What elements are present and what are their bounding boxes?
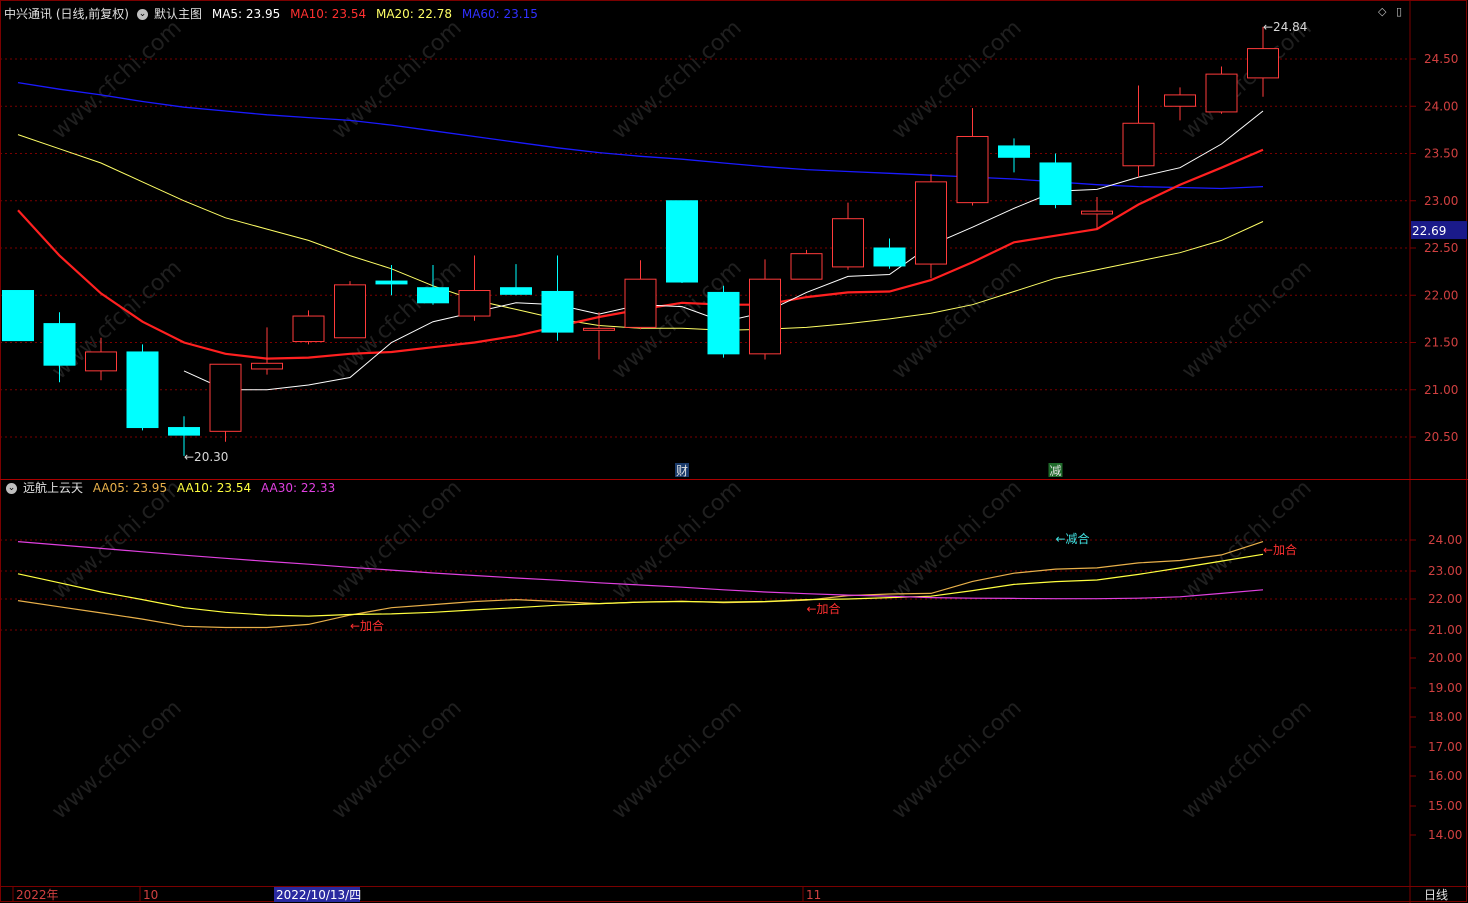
candle-body (168, 427, 200, 436)
price-tick-label: 21.50 (1424, 336, 1458, 350)
candle-body (417, 287, 449, 304)
low-price-label: ←20.30 (184, 450, 228, 464)
candle-body (749, 278, 781, 355)
add-signal-label: ←加合 (807, 601, 841, 616)
watermark: www.cfchi.com (1177, 16, 1316, 145)
candle-body (292, 315, 325, 343)
candle-body (583, 327, 615, 331)
candle-body (624, 278, 657, 328)
candle-body (666, 200, 698, 283)
main-chart-legend: 中兴通讯 (日线,前复权) ⌄ 默认主图 MA5: 23.95 MA10: 23.5… (4, 5, 544, 22)
indicator-tick-label: 20.00 (1428, 651, 1462, 665)
time-tick-label: 11 (806, 888, 821, 902)
candle-body (1081, 210, 1113, 215)
indicator-tick-label: 19.00 (1428, 681, 1462, 695)
indicator-tick-label: 16.00 (1428, 769, 1462, 783)
indicator-tick-label: 24.00 (1428, 533, 1462, 547)
price-tick-label: 20.50 (1424, 430, 1458, 444)
panel-toggle-icon[interactable]: ▯ (1396, 5, 1402, 18)
candle-body (707, 291, 740, 355)
watermark: www.cfchi.com (47, 16, 186, 145)
watermark: www.cfchi.com (887, 696, 1026, 825)
price-tick-label: 21.00 (1424, 383, 1458, 397)
candle-body (209, 363, 242, 432)
candle-body (1039, 162, 1072, 206)
candle-body (873, 247, 906, 267)
candle-body (1205, 73, 1238, 113)
watermark: www.cfchi.com (327, 16, 466, 145)
price-tick-label: 24.50 (1424, 52, 1458, 66)
aa05-label: AA05: 23.95 (92, 481, 168, 495)
watermark: www.cfchi.com (887, 256, 1026, 385)
candle-body (832, 218, 864, 268)
indicator-name[interactable]: 远航上云天 (23, 481, 83, 495)
price-tick-label: 22.00 (1424, 288, 1458, 302)
time-tick-label: 10 (143, 888, 158, 902)
candle-body (375, 280, 408, 285)
aa30-label: AA30: 22.33 (260, 481, 336, 495)
candle-body (1122, 122, 1155, 167)
watermark: www.cfchi.com (1177, 256, 1316, 385)
watermark: www.cfchi.com (1177, 696, 1316, 825)
ma60-label: MA60: 23.15 (461, 7, 538, 21)
finance-event-marker: 财 (676, 464, 688, 478)
price-tick-label: 23.00 (1424, 194, 1458, 208)
candle-body (251, 362, 283, 370)
crosshair-date-label: 2022/10/13/四 (276, 888, 361, 902)
indicator-tick-label: 15.00 (1428, 799, 1462, 813)
candle-body (790, 253, 823, 280)
ma10-label: MA10: 23.54 (290, 7, 367, 21)
watermark: www.cfchi.com (607, 16, 746, 145)
indicator-legend: ⌄ 远航上云天 AA05: 23.95 AA10: 23.54 AA30: 22.… (4, 479, 341, 496)
reduce-event-marker: 减 (1050, 464, 1062, 478)
candle-body (43, 323, 76, 366)
price-tick-label: 22.50 (1424, 241, 1458, 255)
candle-body (334, 284, 366, 339)
candle-body (1164, 94, 1196, 107)
candle-body (2, 290, 34, 342)
candle-body (1247, 48, 1279, 79)
add-signal-label: ←加合 (1263, 542, 1297, 557)
current-price-label: 22.69 (1412, 224, 1446, 238)
indicator-tick-label: 21.00 (1428, 623, 1462, 637)
candle-body (956, 135, 989, 204)
candle-body (541, 290, 574, 333)
high-price-label: ←24.84 (1263, 20, 1307, 34)
price-tick-label: 23.50 (1424, 147, 1458, 161)
candle-body (998, 145, 1030, 158)
indicator-tick-label: 22.00 (1428, 592, 1462, 606)
diamond-icon[interactable]: ◇ (1378, 5, 1386, 18)
watermark: www.cfchi.com (47, 696, 186, 825)
ma5-label: MA5: 23.95 (211, 7, 281, 21)
indicator-tick-label: 14.00 (1428, 828, 1462, 842)
indicator-tick-label: 17.00 (1428, 740, 1462, 754)
settings-icon[interactable]: ⌄ (137, 9, 148, 20)
candle-body (85, 351, 117, 372)
stock-chart[interactable]: 24.50 24.00 23.50 23.00 22.50 22.00 21.50 21.00… (0, 0, 1468, 903)
cycle-label: 日线 (1424, 888, 1448, 902)
watermark: www.cfchi.com (887, 16, 1026, 145)
time-tick-label: 2022年 (16, 888, 59, 902)
candle-body (458, 290, 491, 317)
indicator-tick-label: 18.00 (1428, 710, 1462, 724)
reduce-signal-label: ←减合 (1056, 531, 1090, 546)
candle-body (915, 181, 947, 265)
candle-body (500, 287, 532, 295)
aa10-label: AA10: 23.54 (176, 481, 252, 495)
settings-icon[interactable]: ⌄ (6, 483, 17, 494)
add-signal-label: ←加合 (350, 618, 384, 633)
stock-name[interactable]: 中兴通讯 (日线,前复权) (4, 7, 129, 21)
watermark: www.cfchi.com (607, 696, 746, 825)
template-name[interactable]: 默认主图 (154, 7, 202, 21)
candle-body (126, 351, 159, 429)
indicator-tick-label: 23.00 (1428, 564, 1462, 578)
price-tick-label: 24.00 (1424, 99, 1458, 113)
watermark: www.cfchi.com (327, 696, 466, 825)
ma20-label: MA20: 22.78 (375, 7, 453, 21)
